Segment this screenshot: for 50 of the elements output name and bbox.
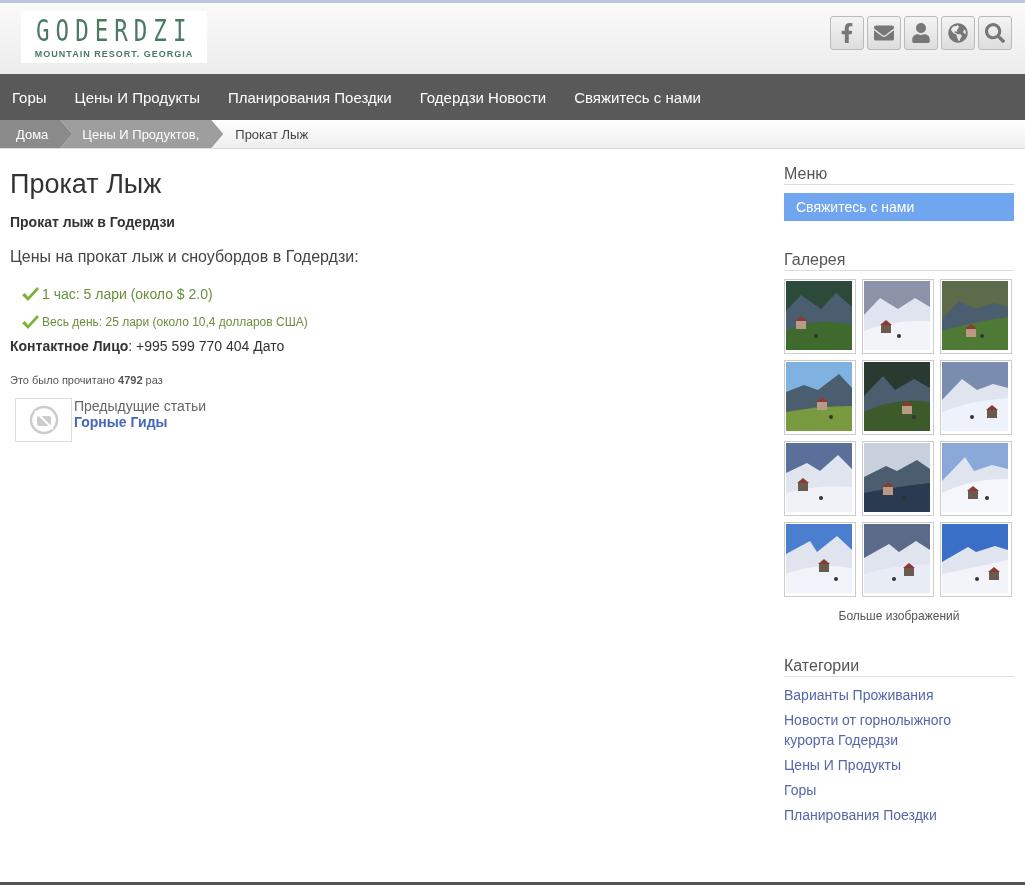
nav-item[interactable]: Планирования Поездки (228, 88, 392, 106)
category-link[interactable]: Новости от горнолыжного курорта Годердзи (784, 710, 969, 750)
nav-item[interactable]: Годердзи Новости (419, 88, 547, 106)
globe-icon (948, 22, 968, 43)
gallery-thumbnail[interactable] (784, 522, 856, 597)
mail-button[interactable] (867, 15, 901, 50)
page-title: Прокат Лыж (10, 169, 163, 200)
gallery-thumbnail[interactable] (862, 441, 934, 516)
breadcrumb-link[interactable]: Дома (0, 120, 73, 148)
logo[interactable]: GODERDZI MOUNTAIN RESORT. GEORGIA (21, 10, 207, 63)
search-icon (985, 22, 1005, 43)
gallery-thumbnail[interactable] (940, 279, 1012, 354)
check-icon (22, 315, 39, 329)
gallery-thumbnail[interactable] (862, 279, 934, 354)
gallery-thumbnail[interactable] (784, 279, 856, 354)
lead-text: Цены на прокат лыж и сноубордов в Годердзи: (10, 248, 360, 266)
contact-text: Контактное Лицо: +995 599 770 404 Дато (10, 338, 286, 354)
category-link[interactable]: Варианты Проживания (784, 685, 969, 705)
gallery-thumbnail[interactable] (940, 522, 1012, 597)
categories-heading: Категории (784, 657, 1014, 677)
article-subtitle: Прокат лыж в Годердзи (10, 214, 176, 230)
nav-item[interactable]: Цены И Продукты (74, 88, 200, 106)
previous-label: Предыдущие статьи (74, 398, 206, 414)
category-link[interactable]: Планирования Поездки (784, 805, 969, 825)
gallery-heading: Галерея (784, 251, 1014, 271)
no-photo-icon (28, 405, 59, 435)
logo-subtitle: MOUNTAIN RESORT. GEORGIA (34, 48, 194, 59)
gallery-thumbnail[interactable] (940, 441, 1012, 516)
facebook-button[interactable] (830, 15, 864, 50)
nav-item[interactable]: Горы (12, 88, 47, 106)
gallery-thumbnail[interactable] (784, 360, 856, 435)
gallery-thumbnail[interactable] (862, 360, 934, 435)
read-count: Это было прочитано 4792 раз (10, 374, 164, 386)
gallery-thumbnail[interactable] (784, 441, 856, 516)
search-button[interactable] (978, 15, 1012, 50)
price-text: Весь день: 25 лари (около 10,4 долларов США) (42, 315, 308, 329)
nav-item[interactable]: Свяжитесь с нами (574, 88, 701, 106)
logo-title: GODERDZI (35, 14, 193, 47)
gallery-thumbnail[interactable] (940, 360, 1012, 435)
user-icon (911, 22, 931, 43)
menu-heading: Меню (784, 165, 1014, 185)
previous-article-link[interactable]: Горные Гиды (74, 414, 206, 430)
category-link[interactable]: Горы (784, 780, 969, 800)
globe-button[interactable] (941, 15, 975, 50)
more-images-link[interactable]: Больше изображений (784, 609, 1014, 623)
check-icon (22, 287, 39, 301)
category-link[interactable]: Цены И Продукты (784, 755, 969, 775)
price-text: 1 час: 5 лари (около $ 2.0) (42, 286, 213, 302)
gallery-thumbnail[interactable] (862, 522, 934, 597)
user-button[interactable] (904, 15, 938, 50)
